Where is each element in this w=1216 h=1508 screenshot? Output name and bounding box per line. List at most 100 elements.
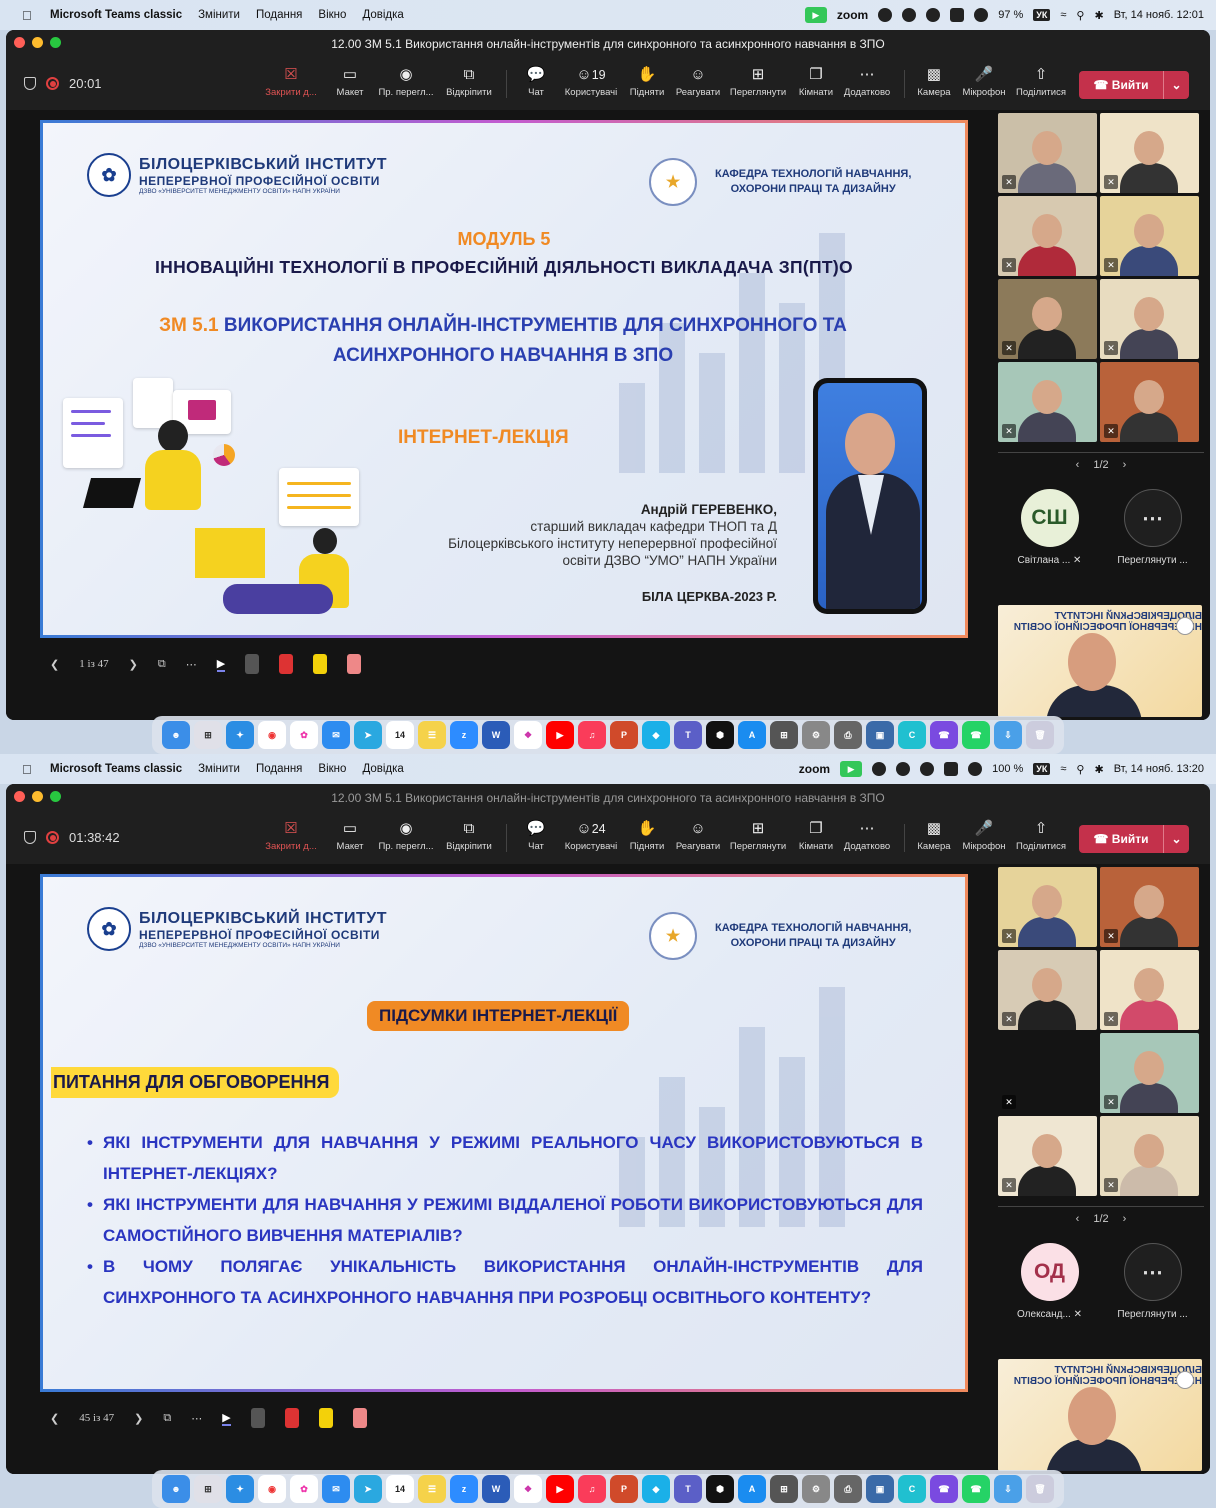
participant-video[interactable]: ✕ bbox=[1100, 113, 1199, 193]
layout-button[interactable]: ▭ Макет bbox=[320, 820, 380, 852]
calculator-icon[interactable]: ⊞ bbox=[770, 1475, 798, 1503]
teams-icon[interactable]: T bbox=[674, 1475, 702, 1503]
mic-button[interactable]: 🎤 Мікрофон bbox=[954, 66, 1014, 98]
status-icon[interactable] bbox=[944, 762, 959, 776]
participant-video[interactable]: ✕ bbox=[998, 196, 1097, 276]
word-icon[interactable]: W bbox=[482, 1475, 510, 1503]
app-icon[interactable]: ⬢ bbox=[706, 721, 734, 749]
zoom-camera-icon[interactable]: ▶ bbox=[804, 7, 827, 23]
zoom-camera-icon[interactable]: ▶ bbox=[840, 761, 863, 777]
downloads-folder-icon[interactable]: ⇩ bbox=[994, 1475, 1022, 1503]
viber-icon[interactable]: ☎ bbox=[930, 1475, 958, 1503]
finder-icon[interactable]: ☻ bbox=[162, 721, 190, 749]
calendar-icon[interactable]: 14 bbox=[386, 1475, 414, 1503]
menu-view[interactable]: Подання bbox=[256, 9, 302, 21]
app-icon[interactable]: ◆ bbox=[642, 721, 670, 749]
apple-icon[interactable]:  bbox=[22, 762, 44, 777]
preview-button[interactable]: ◉ Пр. перегл... bbox=[376, 820, 436, 852]
launchpad-icon[interactable]: ⊞ bbox=[194, 721, 222, 749]
youtube-icon[interactable]: ▶ bbox=[546, 721, 574, 749]
participant-avatar[interactable]: СШ Світлана ... ✕ bbox=[1005, 489, 1095, 566]
mail-icon[interactable]: ✉ bbox=[322, 721, 350, 749]
whatsapp-icon[interactable]: ☎ bbox=[962, 721, 990, 749]
calendar-icon[interactable]: 14 bbox=[386, 721, 414, 749]
more-icon[interactable]: ⋯ bbox=[186, 658, 197, 671]
youtube-icon[interactable]: ▶ bbox=[546, 1475, 574, 1503]
keyboard-layout[interactable]: УК bbox=[1033, 9, 1051, 21]
prev-page-button[interactable]: ‹ bbox=[1076, 1213, 1080, 1225]
close-window-button[interactable] bbox=[14, 37, 25, 48]
status-icon[interactable] bbox=[902, 8, 917, 22]
pen-tool-icon[interactable] bbox=[284, 1408, 299, 1428]
pointer-tool-icon[interactable]: ▶ bbox=[216, 657, 226, 672]
eraser-icon[interactable] bbox=[347, 654, 362, 674]
safari-icon[interactable]: ✦ bbox=[226, 1475, 254, 1503]
next-slide-button[interactable]: ❯ bbox=[129, 658, 138, 671]
prev-slide-button[interactable]: ❮ bbox=[50, 1412, 59, 1425]
participant-video[interactable]: ✕ bbox=[1100, 867, 1199, 947]
status-icon[interactable] bbox=[950, 8, 965, 22]
whatsapp-icon[interactable]: ☎ bbox=[962, 1475, 990, 1503]
downloads-folder-icon[interactable]: ⇩ bbox=[994, 721, 1022, 749]
people-button[interactable]: ☺24 Користувачі bbox=[561, 820, 621, 852]
presenter-video[interactable]: БІЛОЦЕРКІВСЬКИЙ ІНСТИТУТ НЕПЕРЕРВНОЇ ПРО… bbox=[998, 1359, 1202, 1471]
react-button[interactable]: ☺ Реагувати bbox=[668, 66, 728, 98]
menu-window[interactable]: Вікно bbox=[318, 763, 346, 775]
apple-icon[interactable]:  bbox=[22, 8, 44, 23]
teams-icon[interactable]: T bbox=[674, 721, 702, 749]
status-icon[interactable] bbox=[896, 762, 911, 776]
trash-icon[interactable]: 🗑 bbox=[1026, 721, 1054, 749]
share-button[interactable]: ⇧ Поділитися bbox=[1011, 820, 1071, 852]
launchpad-icon[interactable]: ⊞ bbox=[194, 1475, 222, 1503]
safari-icon[interactable]: ✦ bbox=[226, 721, 254, 749]
participant-video[interactable]: ✕ bbox=[1100, 1116, 1199, 1196]
people-button[interactable]: ☺19 Користувачі bbox=[561, 66, 621, 98]
trash-icon[interactable]: 🗑 bbox=[1026, 1475, 1054, 1503]
view-more-participants[interactable]: ⋯ Переглянути ... bbox=[1108, 489, 1198, 566]
zoom-icon[interactable]: z bbox=[450, 721, 478, 749]
photos-icon[interactable]: ✿ bbox=[290, 1475, 318, 1503]
react-button[interactable]: ☺ Реагувати bbox=[668, 820, 728, 852]
eraser-icon[interactable] bbox=[352, 1408, 367, 1428]
settings-icon[interactable]: ⚙ bbox=[802, 721, 830, 749]
more-button[interactable]: ⋯ Додатково bbox=[837, 820, 897, 852]
participant-video[interactable]: ✕ bbox=[998, 113, 1097, 193]
keyboard-layout[interactable]: УК bbox=[1033, 763, 1051, 775]
pen-tool-icon[interactable] bbox=[279, 654, 294, 674]
telegram-icon[interactable]: ➤ bbox=[354, 1475, 382, 1503]
bluetooth-icon[interactable]: ✱ bbox=[1094, 9, 1103, 22]
participant-video[interactable]: ✕ bbox=[998, 279, 1097, 359]
close-share-button[interactable]: ☒ Закрити д... bbox=[261, 820, 321, 852]
mic-button[interactable]: 🎤 Мікрофон bbox=[954, 820, 1014, 852]
menu-help[interactable]: Довідка bbox=[362, 9, 403, 21]
zoom-label[interactable]: zoom bbox=[837, 8, 868, 22]
highlighter-tool-icon[interactable] bbox=[318, 1408, 333, 1428]
mail-icon[interactable]: ✉ bbox=[322, 1475, 350, 1503]
prev-slide-button[interactable]: ❮ bbox=[50, 658, 59, 671]
chat-button[interactable]: 💬 Чат bbox=[506, 66, 566, 98]
view-more-participants[interactable]: ⋯ Переглянути ... bbox=[1108, 1243, 1198, 1320]
menu-window[interactable]: Вікно bbox=[318, 9, 346, 21]
popout-button[interactable]: ⧉ Відкріпити bbox=[439, 66, 499, 98]
leave-button[interactable]: ☎ Вийти ⌄ bbox=[1079, 825, 1189, 853]
menu-edit[interactable]: Змінити bbox=[198, 763, 240, 775]
highlighter-tool-icon[interactable] bbox=[313, 654, 328, 674]
chevron-down-icon[interactable]: ⌄ bbox=[1163, 71, 1189, 99]
minimize-window-button[interactable] bbox=[32, 791, 43, 802]
datetime[interactable]: Вт, 14 нояб. 13:20 bbox=[1114, 763, 1204, 775]
calculator-icon[interactable]: ⊞ bbox=[770, 721, 798, 749]
participant-video[interactable]: ✕ bbox=[1100, 1033, 1199, 1113]
canva-icon[interactable]: C bbox=[898, 721, 926, 749]
cloud-icon[interactable] bbox=[974, 8, 989, 22]
shield-icon[interactable] bbox=[920, 762, 935, 776]
prev-page-button[interactable]: ‹ bbox=[1076, 459, 1080, 471]
datetime[interactable]: Вт, 14 нояб. 12:01 bbox=[1114, 9, 1204, 21]
chevron-down-icon[interactable]: ⌄ bbox=[1163, 825, 1189, 853]
next-page-button[interactable]: › bbox=[1123, 459, 1127, 471]
participant-video[interactable]: ✕ bbox=[1100, 279, 1199, 359]
photos-icon[interactable]: ✿ bbox=[290, 721, 318, 749]
maximize-window-button[interactable] bbox=[50, 791, 61, 802]
finder-icon[interactable]: ☻ bbox=[162, 1475, 190, 1503]
wifi-icon[interactable]: ≈ bbox=[1060, 9, 1066, 21]
participant-avatar[interactable]: ОД Олександ... ✕ bbox=[1005, 1243, 1095, 1320]
